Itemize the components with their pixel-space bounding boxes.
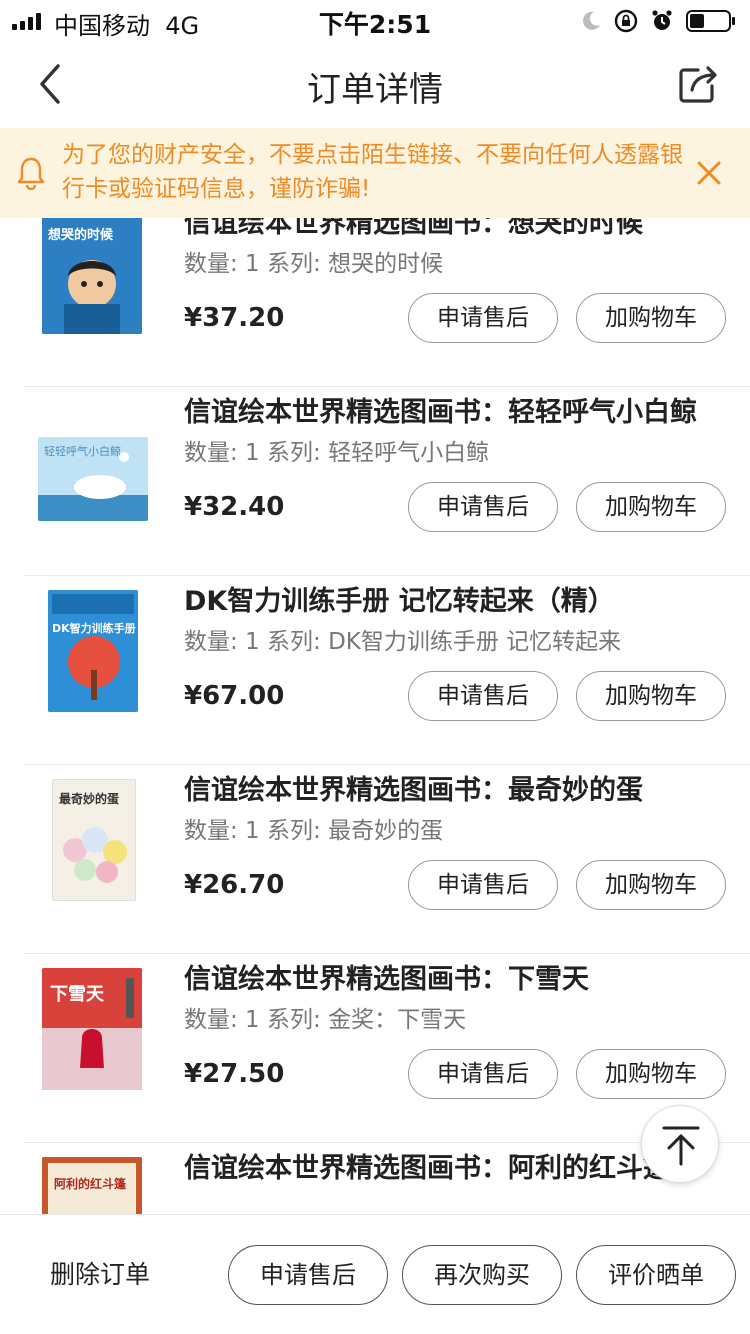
moon-icon — [583, 11, 600, 30]
after-sale-button[interactable]: 申请售后 — [408, 860, 558, 910]
book-cover-image[interactable]: 想哭的时候 — [42, 218, 142, 334]
item-title[interactable]: DK智力训练手册 记忆转起来（精） — [184, 580, 724, 624]
item-title[interactable]: 信谊绘本世界精选图画书：轻轻呼气小白鲸 — [184, 391, 724, 435]
add-to-cart-button[interactable]: 加购物车 — [576, 482, 726, 532]
item-meta: 数量: 1 系列: 轻轻呼气小白鲸 — [184, 440, 490, 466]
security-notice: 为了您的财产安全，不要点击陌生链接、不要向任何人透露银行卡或验证码信息，谨防诈骗… — [0, 128, 750, 218]
apply-after-sale-button[interactable]: 申请售后 — [228, 1245, 388, 1305]
order-item[interactable]: 轻轻呼气小白鲸 信谊绘本世界精选图画书：轻轻呼气小白鲸 数量: 1 系列: 轻轻… — [24, 387, 750, 576]
nav-bar: 订单详情 — [0, 42, 750, 128]
battery-icon — [686, 10, 735, 32]
item-title[interactable]: 信谊绘本世界精选图画书：想哭的时候 — [184, 218, 724, 246]
item-price: ¥67.00 — [184, 681, 285, 711]
status-bar: 中国移动 4G 下午2:51 — [0, 0, 750, 42]
after-sale-button[interactable]: 申请售后 — [408, 1049, 558, 1099]
item-price: ¥32.40 — [184, 492, 285, 522]
item-price: ¥26.70 — [184, 870, 285, 900]
share-icon[interactable] — [676, 62, 720, 106]
status-icons — [580, 8, 736, 34]
item-meta: 数量: 1 系列: 想哭的时候 — [184, 251, 444, 277]
cover-title: 轻轻呼气小白鲸 — [44, 445, 121, 458]
add-to-cart-button[interactable]: 加购物车 — [576, 860, 726, 910]
bell-icon — [17, 157, 45, 190]
order-item[interactable]: DK智力训练手册 DK智力训练手册 记忆转起来（精） 数量: 1 系列: DK智… — [24, 576, 750, 765]
notice-text: 为了您的财产安全，不要点击陌生链接、不要向任何人透露银行卡或验证码信息，谨防诈骗… — [62, 142, 683, 202]
order-item[interactable]: 最奇妙的蛋 信谊绘本世界精选图画书：最奇妙的蛋 数量: 1 系列: 最奇妙的蛋 … — [24, 765, 750, 954]
book-cover-image[interactable]: 最奇妙的蛋 — [52, 779, 136, 901]
order-item-list: 想哭的时候 信谊绘本世界精选图画书：想哭的时候 数量: 1 系列: 想哭的时候 … — [0, 218, 750, 1214]
book-cover-image[interactable]: 轻轻呼气小白鲸 — [38, 437, 148, 521]
alarm-icon — [652, 10, 672, 30]
cover-title: 阿利的红斗篷 — [54, 1177, 127, 1191]
book-cover-image[interactable]: 阿利的红斗篷 — [42, 1157, 142, 1214]
page-title: 订单详情 — [307, 70, 443, 110]
close-icon[interactable] — [694, 158, 724, 188]
item-title[interactable]: 信谊绘本世界精选图画书：下雪天 — [184, 958, 724, 1002]
add-to-cart-button[interactable]: 加购物车 — [576, 1049, 726, 1099]
buy-again-button[interactable]: 再次购买 — [402, 1245, 562, 1305]
add-to-cart-button[interactable]: 加购物车 — [576, 293, 726, 343]
after-sale-button[interactable]: 申请售后 — [408, 482, 558, 532]
item-price: ¥37.20 — [184, 303, 285, 333]
cover-title: DK智力训练手册 — [52, 622, 136, 635]
arrow-up-icon — [662, 1126, 700, 1166]
bottom-action-bar: 删除订单 申请售后 再次购买 评价晒单 — [0, 1214, 750, 1334]
cover-art — [48, 590, 138, 712]
back-to-top-button[interactable] — [641, 1105, 719, 1183]
book-cover-image[interactable]: DK智力训练手册 — [48, 590, 138, 712]
order-item[interactable]: 想哭的时候 信谊绘本世界精选图画书：想哭的时候 数量: 1 系列: 想哭的时候 … — [24, 218, 750, 387]
book-cover-image[interactable]: 下雪天 — [42, 968, 142, 1090]
review-button[interactable]: 评价晒单 — [576, 1245, 736, 1305]
cover-title: 想哭的时候 — [48, 228, 114, 243]
cover-title: 最奇妙的蛋 — [59, 792, 120, 806]
item-title[interactable]: 信谊绘本世界精选图画书：最奇妙的蛋 — [184, 769, 724, 813]
rotation-lock-icon — [614, 9, 638, 33]
cover-title: 下雪天 — [50, 984, 104, 1005]
after-sale-button[interactable]: 申请售后 — [408, 293, 558, 343]
item-meta: 数量: 1 系列: 最奇妙的蛋 — [184, 818, 444, 844]
after-sale-button[interactable]: 申请售后 — [408, 671, 558, 721]
delete-order-button[interactable]: 删除订单 — [50, 1255, 150, 1295]
item-meta: 数量: 1 系列: DK智力训练手册 记忆转起来 — [184, 629, 622, 655]
item-meta: 数量: 1 系列: 金奖：下雪天 — [184, 1007, 467, 1033]
item-price: ¥27.50 — [184, 1059, 285, 1089]
add-to-cart-button[interactable]: 加购物车 — [576, 671, 726, 721]
